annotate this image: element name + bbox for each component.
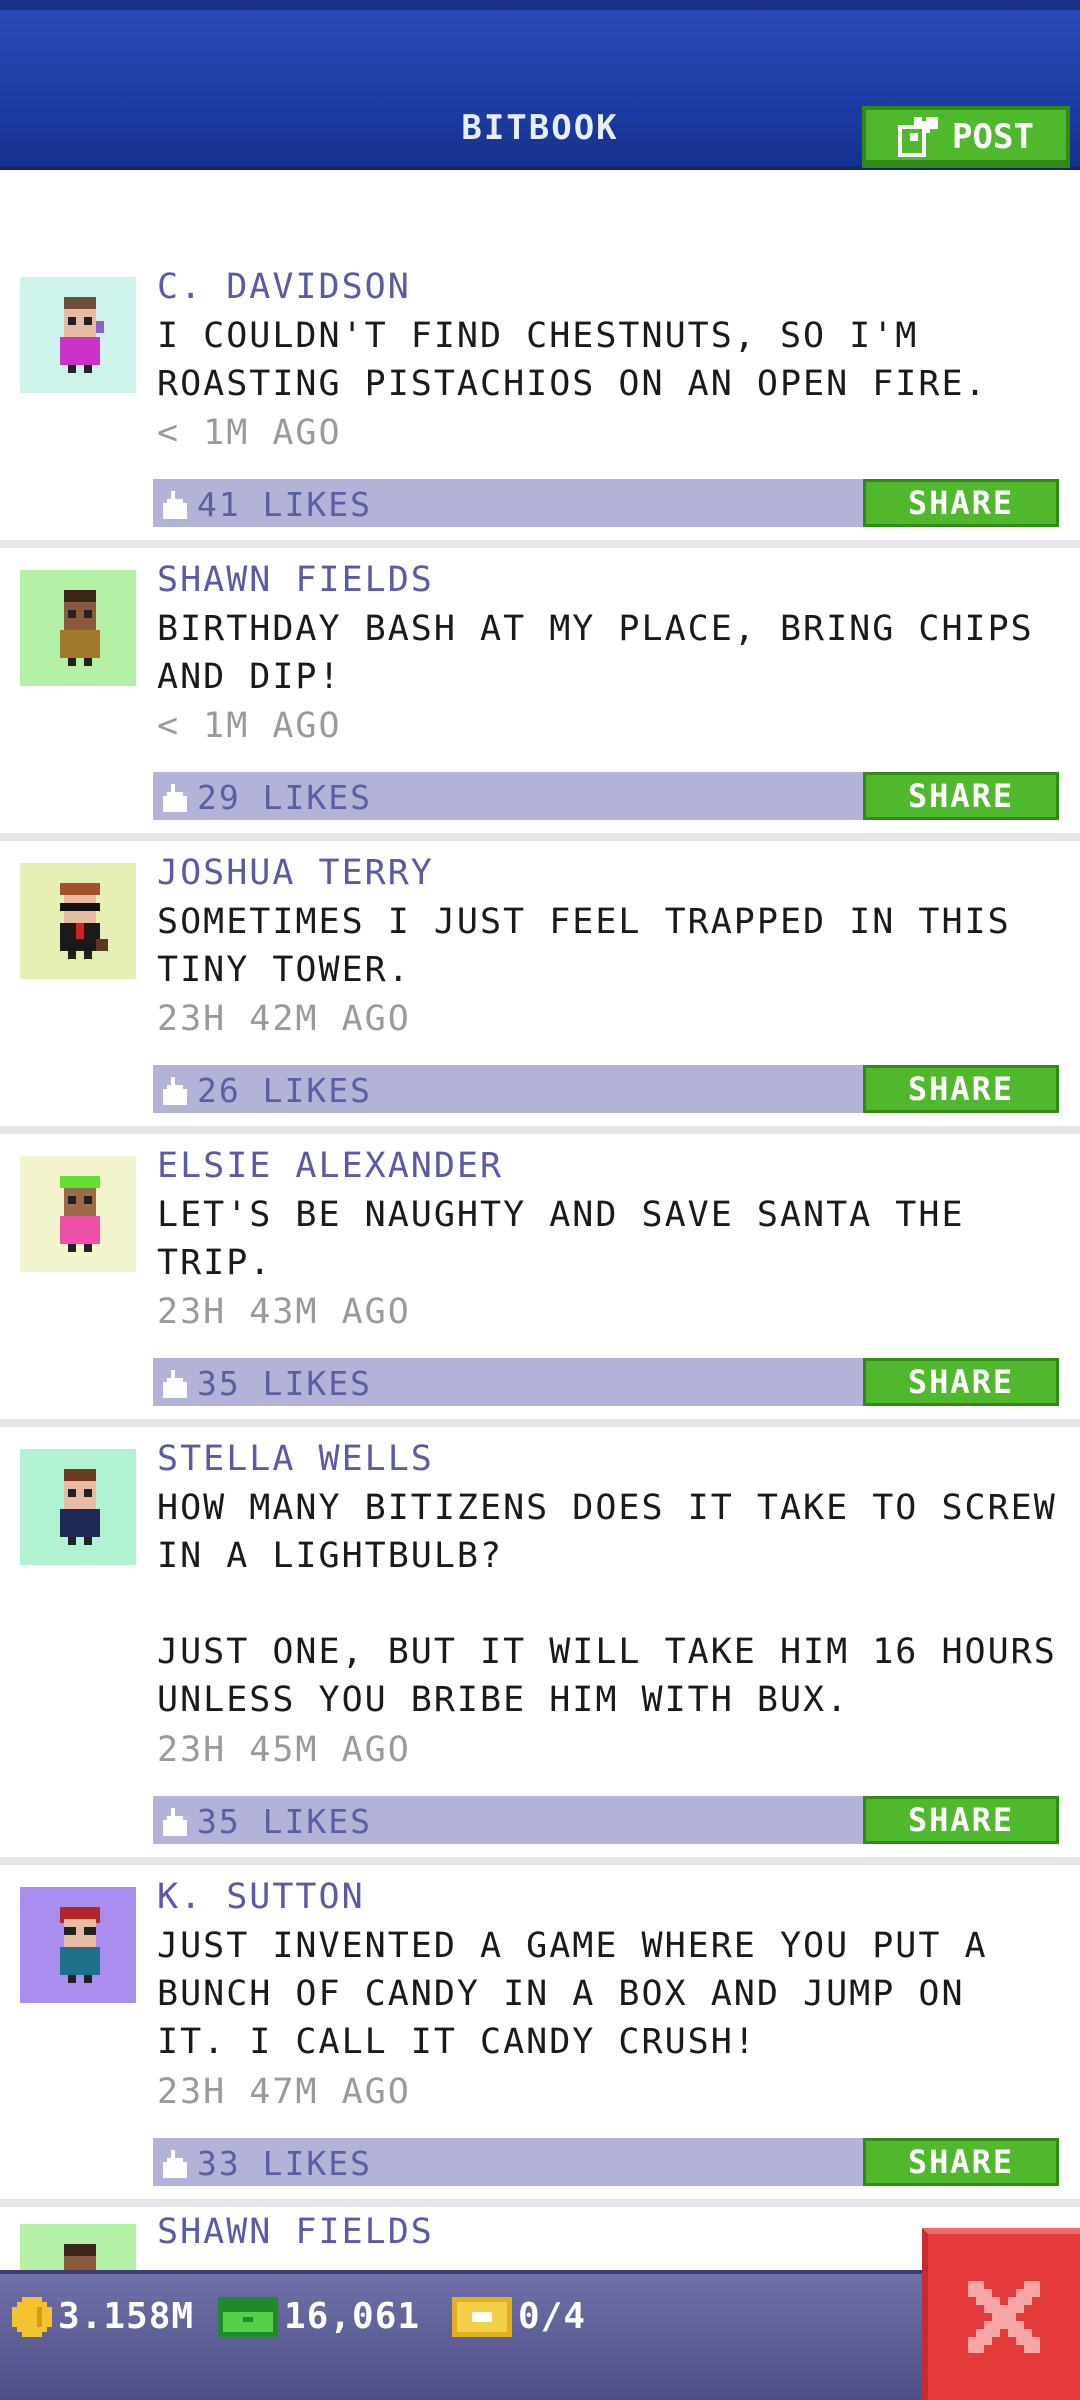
likes-bar: 35 LIKES SHARE: [153, 1358, 1059, 1406]
edit-icon: [898, 117, 939, 157]
avatar: [20, 1156, 136, 1272]
close-icon: [968, 2281, 1040, 2353]
bux-stat[interactable]: 16,061: [218, 2296, 420, 2337]
likes-bar: 35 LIKES SHARE: [153, 1796, 1059, 1844]
close-button[interactable]: [922, 2228, 1080, 2400]
avatar: [20, 2224, 136, 2270]
post-author[interactable]: K. SUTTON: [157, 1877, 365, 1917]
post-author[interactable]: SHAWN FIELDS: [157, 560, 434, 600]
post-timestamp: < 1M AGO: [157, 413, 342, 453]
post-timestamp: 23H 45M AGO: [157, 1730, 411, 1770]
post-text: LET'S BE NAUGHTY AND SAVE SANTA THE TRIP…: [157, 1195, 965, 1283]
bux-icon: [218, 2296, 278, 2337]
likes-count: 29 LIKES: [197, 778, 372, 817]
likes-bar: 33 LIKES SHARE: [153, 2138, 1059, 2186]
coins-value: 3.158M: [58, 2296, 195, 2337]
feed-post: K. SUTTON JUST INVENTED A GAME WHERE YOU…: [0, 1865, 1080, 2207]
app-header: BITBOOK POST: [0, 0, 1080, 170]
post-timestamp: 23H 43M AGO: [157, 1292, 411, 1332]
feed-post: STELLA WELLS HOW MANY BITIZENS DOES IT T…: [0, 1427, 1080, 1865]
feed-post: JOSHUA TERRY SOMETIMES I JUST FEEL TRAPP…: [0, 841, 1080, 1134]
thumbs-up-icon[interactable]: [163, 490, 187, 519]
likes-bar: 26 LIKES SHARE: [153, 1065, 1059, 1113]
thumbs-up-icon[interactable]: [163, 1076, 187, 1105]
thumbs-up-icon[interactable]: [163, 1807, 187, 1836]
likes-count: 26 LIKES: [197, 1071, 372, 1110]
likes-count: 35 LIKES: [197, 1802, 372, 1841]
post-button[interactable]: POST: [862, 106, 1070, 168]
avatar: [20, 277, 136, 393]
share-button[interactable]: SHARE: [863, 772, 1059, 820]
likes-count: 35 LIKES: [197, 1364, 372, 1403]
post-button-label: POST: [952, 117, 1034, 157]
coins-stat[interactable]: 3.158M: [12, 2296, 194, 2337]
thumbs-up-icon[interactable]: [163, 2149, 187, 2178]
post-text: I COULDN'T FIND CHESTNUTS, SO I'M ROASTI…: [157, 316, 988, 404]
post-author[interactable]: STELLA WELLS: [157, 1439, 434, 1479]
post-text: JUST INVENTED A GAME WHERE YOU PUT A BUN…: [157, 1926, 988, 2062]
post-author[interactable]: SHAWN FIELDS: [157, 2212, 434, 2252]
share-button[interactable]: SHARE: [863, 1358, 1059, 1406]
post-author[interactable]: JOSHUA TERRY: [157, 853, 434, 893]
share-button[interactable]: SHARE: [863, 479, 1059, 527]
post-author[interactable]: ELSIE ALEXANDER: [157, 1146, 503, 1186]
feed-post: ELSIE ALEXANDER LET'S BE NAUGHTY AND SAV…: [0, 1134, 1080, 1427]
share-button[interactable]: SHARE: [863, 2138, 1059, 2186]
post-text: SOMETIMES I JUST FEEL TRAPPED IN THIS TI…: [157, 902, 1011, 990]
post-timestamp: 23H 47M AGO: [157, 2072, 411, 2112]
post-text: HOW MANY BITIZENS DOES IT TAKE TO SCREW …: [157, 1488, 1057, 1720]
avatar: [20, 1887, 136, 2003]
likes-bar: 29 LIKES SHARE: [153, 772, 1059, 820]
avatar: [20, 570, 136, 686]
post-author[interactable]: C. DAVIDSON: [157, 267, 411, 307]
feed-post: SHAWN FIELDS BIRTHDAY BASH AT MY PLACE, …: [0, 548, 1080, 841]
post-feed: C. DAVIDSON I COULDN'T FIND CHESTNUTS, S…: [0, 255, 1080, 2207]
status-bar: 3.158M 16,061 0/4: [0, 2270, 1080, 2400]
share-button[interactable]: SHARE: [863, 1065, 1059, 1113]
post-timestamp: 23H 42M AGO: [157, 999, 411, 1039]
likes-bar: 41 LIKES SHARE: [153, 479, 1059, 527]
avatar: [20, 1449, 136, 1565]
avatar: [20, 863, 136, 979]
post-text: BIRTHDAY BASH AT MY PLACE, BRING CHIPS A…: [157, 609, 1034, 697]
tickets-value: 0/4: [518, 2296, 587, 2337]
likes-count: 41 LIKES: [197, 485, 372, 524]
share-button[interactable]: SHARE: [863, 1796, 1059, 1844]
feed-post: C. DAVIDSON I COULDN'T FIND CHESTNUTS, S…: [0, 255, 1080, 548]
thumbs-up-icon[interactable]: [163, 1369, 187, 1398]
thumbs-up-icon[interactable]: [163, 783, 187, 812]
coin-icon: [12, 2296, 52, 2337]
bux-value: 16,061: [284, 2296, 421, 2337]
post-timestamp: < 1M AGO: [157, 706, 342, 746]
feed-post: SHAWN FIELDS: [0, 2210, 1080, 2270]
ticket-icon: [452, 2296, 512, 2337]
likes-count: 33 LIKES: [197, 2144, 372, 2183]
tickets-stat[interactable]: 0/4: [452, 2296, 586, 2337]
